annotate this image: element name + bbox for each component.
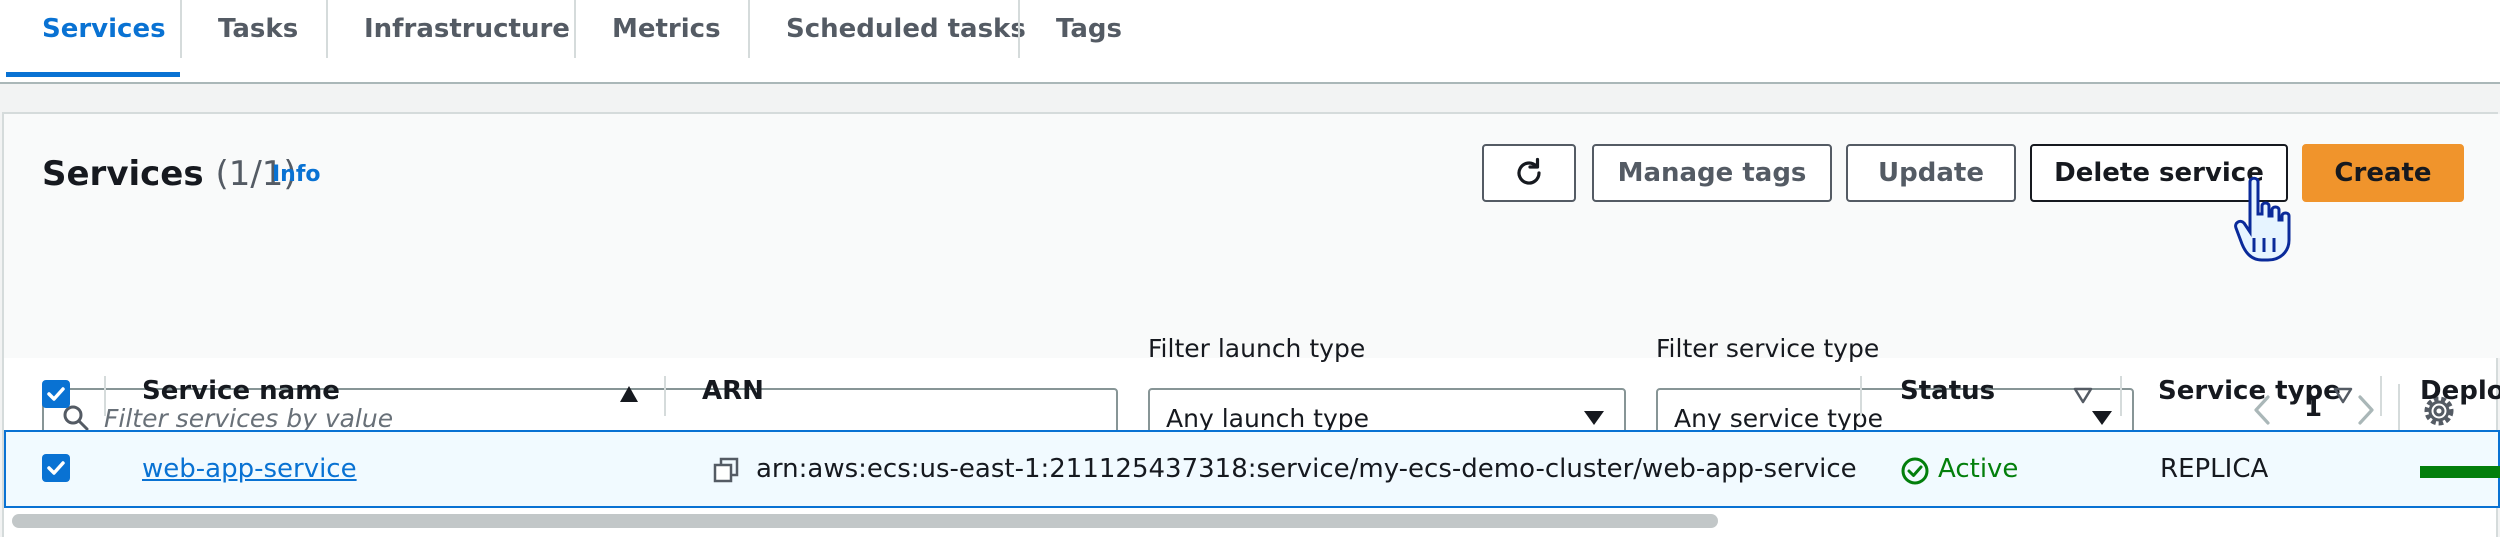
refresh-button[interactable] — [1482, 144, 1576, 202]
column-divider — [2380, 376, 2382, 416]
tab-tasks[interactable]: Tasks — [184, 0, 332, 58]
check-circle-icon — [1901, 457, 1929, 485]
horizontal-scrollbar[interactable] — [12, 514, 1718, 528]
panel-title-text: Services — [42, 154, 204, 194]
chevron-right-icon[interactable] — [2354, 394, 2378, 426]
table-row[interactable]: web-app-service arn:aws:ecs:us-east-1:21… — [4, 430, 2500, 508]
sort-icon[interactable] — [2072, 386, 2094, 404]
column-divider — [664, 376, 666, 416]
search-icon — [63, 405, 89, 431]
tab-bar: Services Tasks Infrastructure Metrics Sc… — [0, 0, 2500, 84]
tab-divider — [326, 0, 328, 58]
launch-type-value: Any launch type — [1166, 404, 1370, 433]
column-header-service-name[interactable]: Service name — [142, 376, 340, 406]
column-divider — [1860, 376, 1862, 416]
service-name-link[interactable]: web-app-service — [142, 454, 357, 484]
deployment-progress-bar — [2420, 466, 2500, 478]
copy-icon[interactable] — [712, 456, 740, 484]
column-divider — [2120, 376, 2122, 416]
column-divider — [104, 376, 106, 416]
tab-services[interactable]: Services — [8, 0, 200, 58]
tab-divider — [1018, 0, 1020, 58]
column-header-service-type[interactable]: Service type — [2158, 376, 2341, 406]
tab-divider — [180, 0, 182, 58]
manage-tags-button[interactable]: Manage tags — [1592, 144, 1832, 202]
row-checkbox[interactable] — [42, 454, 70, 482]
arn-value: arn:aws:ecs:us-east-1:211125437318:servi… — [756, 454, 1857, 484]
services-panel: Services (1/1) Info Manage tags Update D… — [2, 112, 2500, 537]
info-link[interactable]: Info — [272, 162, 321, 187]
create-button[interactable]: Create — [2302, 144, 2464, 202]
filter-service-type-label: Filter service type — [1656, 334, 1880, 363]
hand-cursor-icon — [2234, 176, 2291, 262]
sort-ascending-icon[interactable] — [618, 384, 640, 404]
column-header-arn[interactable]: ARN — [702, 376, 764, 406]
column-header-deployments[interactable]: Deploy — [2420, 376, 2500, 406]
service-type-value: REPLICA — [2160, 454, 2269, 484]
tab-infrastructure[interactable]: Infrastructure — [330, 0, 604, 58]
active-tab-indicator — [6, 72, 180, 77]
panel-title: Services (1/1) — [42, 154, 297, 194]
tab-tags[interactable]: Tags — [1022, 0, 1156, 58]
tab-scheduled-tasks[interactable]: Scheduled tasks — [752, 0, 1060, 58]
select-all-checkbox[interactable] — [42, 380, 70, 408]
search-placeholder: Filter services by value — [104, 404, 394, 433]
refresh-icon — [1517, 157, 1541, 185]
column-header-status[interactable]: Status — [1900, 376, 1995, 406]
tab-divider — [748, 0, 750, 58]
status-badge: Active — [1938, 454, 2019, 484]
caret-down-icon — [1584, 411, 1604, 425]
tab-metrics[interactable]: Metrics — [578, 0, 755, 58]
filter-launch-type-label: Filter launch type — [1148, 334, 1366, 363]
check-icon — [47, 387, 65, 401]
tab-divider — [574, 0, 576, 58]
caret-down-icon — [2092, 411, 2112, 425]
service-type-value: Any service type — [1674, 404, 1884, 433]
sort-icon[interactable] — [2332, 386, 2354, 404]
update-button[interactable]: Update — [1846, 144, 2016, 202]
check-icon — [47, 461, 65, 475]
